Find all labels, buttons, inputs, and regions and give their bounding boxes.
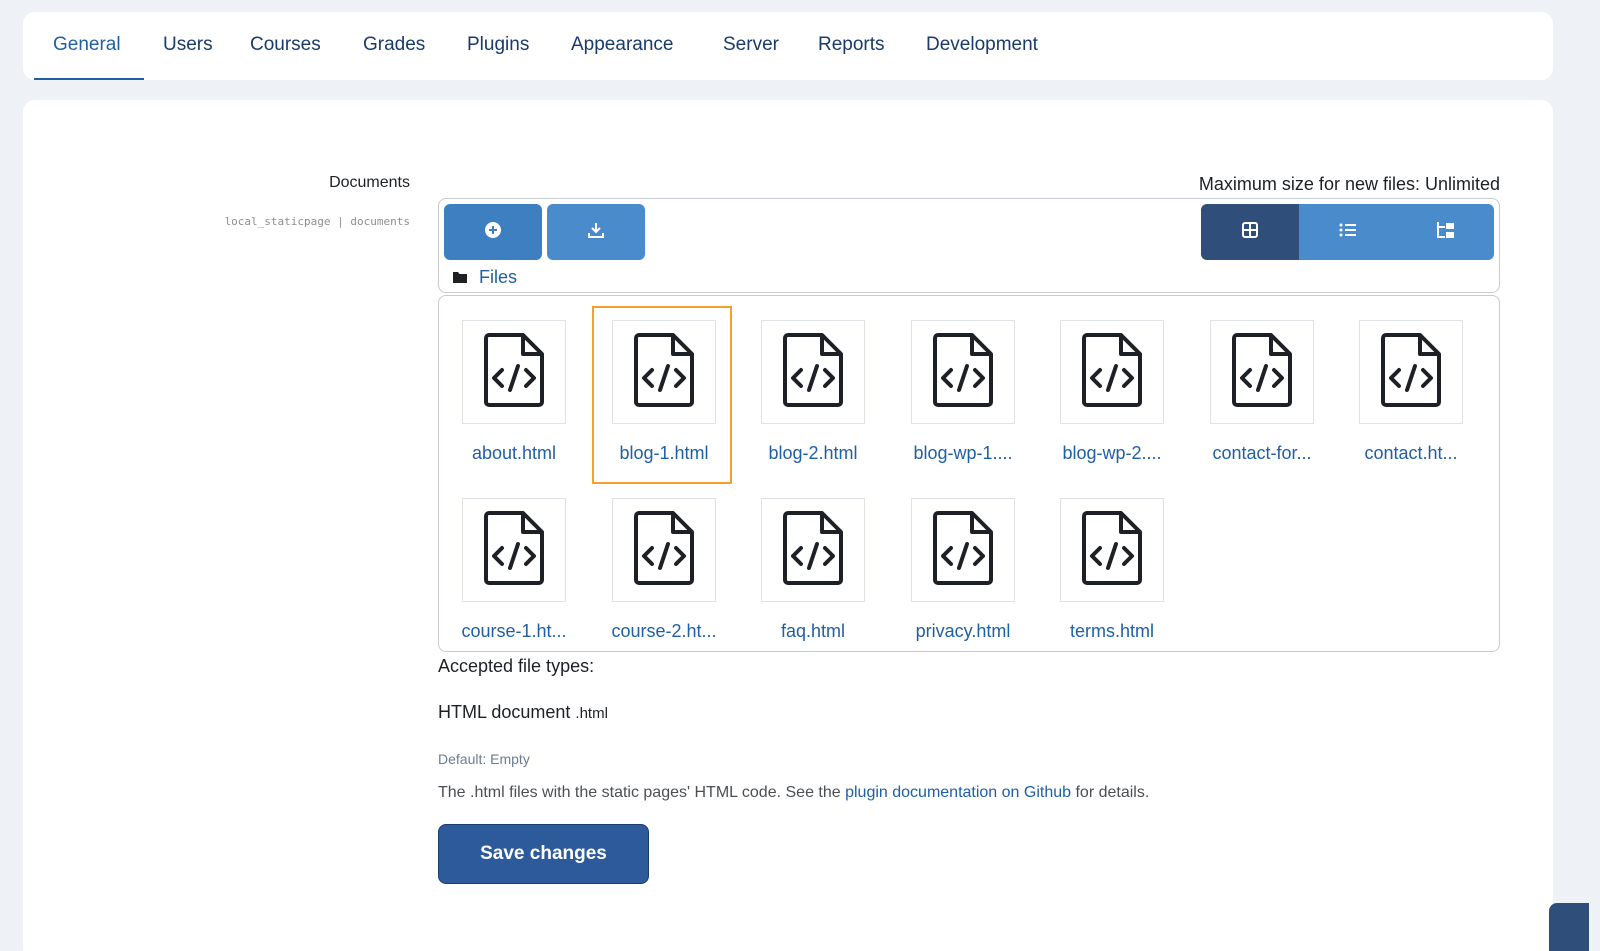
file-thumbnail	[761, 320, 865, 424]
file-item[interactable]: course-2.ht...	[589, 474, 719, 646]
file-thumbnail	[612, 498, 716, 602]
save-changes-button[interactable]: Save changes	[438, 824, 649, 884]
tab-appearance[interactable]: Appearance	[571, 34, 673, 56]
filemanager-toolbar: Files	[438, 198, 1500, 293]
grid-view-icon	[1242, 222, 1258, 243]
plugin-documentation-link[interactable]: plugin documentation on Github	[845, 784, 1071, 801]
tab-courses[interactable]: Courses	[250, 34, 321, 56]
file-thumbnail	[1210, 320, 1314, 424]
html-file-icon	[1081, 332, 1143, 413]
file-name[interactable]: terms.html	[1037, 621, 1187, 642]
file-item[interactable]: faq.html	[738, 474, 868, 646]
tab-plugins[interactable]: Plugins	[467, 34, 529, 56]
tree-view-button[interactable]	[1396, 204, 1494, 260]
html-file-icon	[782, 510, 844, 591]
tab-reports[interactable]: Reports	[818, 34, 885, 56]
file-item[interactable]: blog-wp-2....	[1037, 296, 1167, 468]
file-name[interactable]: course-2.ht...	[589, 621, 739, 642]
html-file-icon	[483, 332, 545, 413]
html-file-icon	[932, 510, 994, 591]
file-item[interactable]: blog-1.html	[589, 296, 719, 468]
file-name[interactable]: contact.ht...	[1336, 443, 1486, 464]
html-file-icon	[483, 510, 545, 591]
download-icon	[587, 221, 605, 244]
file-name[interactable]: contact-for...	[1187, 443, 1337, 464]
file-name[interactable]: privacy.html	[888, 621, 1038, 642]
file-name[interactable]: about.html	[439, 443, 589, 464]
file-thumbnail	[462, 320, 566, 424]
file-thumbnail	[911, 498, 1015, 602]
file-item[interactable]: terms.html	[1037, 474, 1167, 646]
file-item[interactable]: blog-2.html	[738, 296, 868, 468]
accepted-file-type: HTML document .html	[438, 702, 608, 723]
drawer-toggle-button[interactable]	[1549, 903, 1589, 951]
html-file-icon	[633, 510, 695, 591]
tab-users[interactable]: Users	[163, 34, 213, 56]
tab-general[interactable]: General	[53, 34, 121, 56]
file-item[interactable]: about.html	[439, 296, 569, 468]
max-size-label: Maximum size for new files: Unlimited	[1199, 174, 1500, 195]
grid-view-button[interactable]	[1201, 204, 1299, 260]
tree-view-icon	[1435, 221, 1455, 244]
file-name[interactable]: blog-1.html	[589, 443, 739, 464]
file-type-name: HTML document	[438, 702, 570, 722]
file-item[interactable]: privacy.html	[888, 474, 1018, 646]
html-file-icon	[1380, 332, 1442, 413]
setting-key: local_staticpage | documents	[225, 215, 410, 228]
file-thumbnail	[1060, 498, 1164, 602]
breadcrumb-files-link[interactable]: Files	[479, 267, 517, 288]
default-value: Default: Empty	[438, 751, 530, 767]
html-file-icon	[1231, 332, 1293, 413]
view-switcher	[1201, 204, 1494, 260]
add-file-button[interactable]	[444, 204, 542, 260]
breadcrumb: Files	[453, 267, 517, 288]
file-name[interactable]: blog-wp-2....	[1037, 443, 1187, 464]
file-item[interactable]: blog-wp-1....	[888, 296, 1018, 468]
folder-icon	[453, 267, 467, 288]
file-item[interactable]: course-1.ht...	[439, 474, 569, 646]
html-file-icon	[633, 332, 695, 413]
list-view-button[interactable]	[1299, 204, 1397, 260]
html-file-icon	[1081, 510, 1143, 591]
file-thumbnail	[761, 498, 865, 602]
description-tail: for details.	[1071, 784, 1149, 801]
file-name[interactable]: faq.html	[738, 621, 888, 642]
file-thumbnail	[1060, 320, 1164, 424]
setting-description: The .html files with the static pages' H…	[438, 784, 1149, 802]
setting-title: Documents	[329, 174, 410, 192]
plus-circle-icon	[484, 221, 502, 244]
file-thumbnail	[462, 498, 566, 602]
active-tab-indicator	[34, 78, 144, 80]
download-button[interactable]	[547, 204, 645, 260]
file-name[interactable]: course-1.ht...	[439, 621, 589, 642]
file-name[interactable]: blog-2.html	[738, 443, 888, 464]
tab-grades[interactable]: Grades	[363, 34, 425, 56]
list-view-icon	[1339, 222, 1357, 243]
file-item[interactable]: contact-for...	[1187, 296, 1317, 468]
file-grid: about.htmlblog-1.htmlblog-2.htmlblog-wp-…	[438, 295, 1500, 652]
tab-development[interactable]: Development	[926, 34, 1038, 56]
file-name[interactable]: blog-wp-1....	[888, 443, 1038, 464]
tab-server[interactable]: Server	[723, 34, 779, 56]
file-thumbnail	[911, 320, 1015, 424]
file-type-ext: .html	[575, 705, 608, 722]
accepted-types-label: Accepted file types:	[438, 656, 594, 677]
description-text: The .html files with the static pages' H…	[438, 784, 845, 801]
html-file-icon	[932, 332, 994, 413]
file-item[interactable]: contact.ht...	[1336, 296, 1466, 468]
admin-tabs: General Users Courses Grades Plugins App…	[23, 12, 1553, 80]
file-thumbnail	[1359, 320, 1463, 424]
html-file-icon	[782, 332, 844, 413]
file-thumbnail	[612, 320, 716, 424]
